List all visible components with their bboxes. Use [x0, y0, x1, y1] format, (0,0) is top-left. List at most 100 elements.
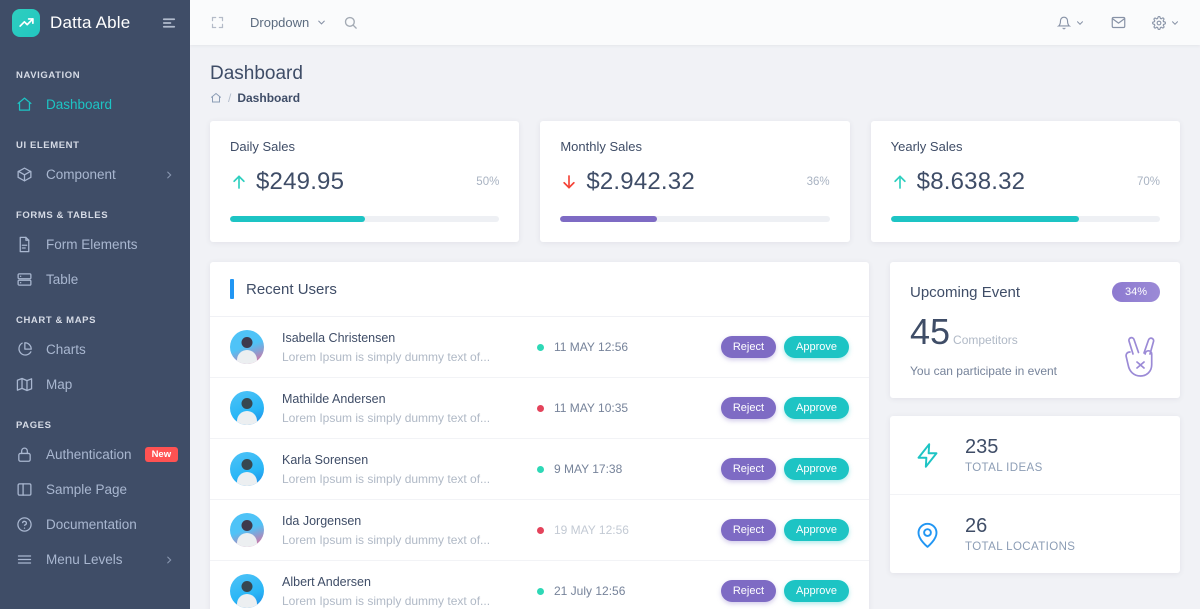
user-description: Lorem Ipsum is simply dummy text of...: [282, 594, 537, 608]
arrow-up-icon: [891, 172, 909, 192]
user-description: Lorem Ipsum is simply dummy text of...: [282, 350, 537, 364]
sidebar-item-label: Dashboard: [46, 97, 174, 112]
box-icon: [16, 166, 33, 183]
table-row: Mathilde Andersen Lorem Ipsum is simply …: [210, 378, 869, 439]
sidebar-item-label: Map: [46, 377, 174, 392]
sidebar-item-map[interactable]: Map: [0, 367, 190, 402]
stat-card-0: Daily Sales $249.95 50%: [210, 121, 519, 242]
menu-align-icon[interactable]: [160, 14, 178, 32]
notifications-button[interactable]: [1057, 16, 1085, 30]
user-name: Isabella Christensen: [282, 331, 537, 345]
app-logo[interactable]: [12, 9, 40, 37]
reject-button[interactable]: Reject: [721, 458, 776, 480]
peace-hand-icon: [1120, 332, 1160, 380]
sidebar-item-label: Menu Levels: [46, 552, 151, 567]
search-icon[interactable]: [343, 15, 359, 31]
status-dot: [537, 344, 544, 351]
stat-value: $8.638.32: [917, 168, 1026, 196]
stat-value: $2.942.32: [586, 168, 695, 196]
row-actions: Reject Approve: [721, 397, 849, 419]
sidebar-item-authentication[interactable]: Authentication New: [0, 437, 190, 472]
user-description: Lorem Ipsum is simply dummy text of...: [282, 533, 537, 547]
mini-stat-number: 235: [965, 436, 1043, 459]
user-info: Mathilde Andersen Lorem Ipsum is simply …: [282, 392, 537, 425]
zap-icon: [914, 442, 941, 469]
sidebar-caption: FORMS & TABLES: [0, 210, 190, 221]
upcoming-event-header: Upcoming Event 34%: [910, 282, 1160, 302]
recent-users-column: Recent Users Isabella Christensen Lorem …: [210, 262, 869, 609]
user-timestamp: 9 MAY 17:38: [554, 462, 622, 476]
sidebar-item-charts[interactable]: Charts: [0, 332, 190, 367]
mini-stat-text: 235 TOTAL IDEAS: [965, 436, 1043, 474]
reject-button[interactable]: Reject: [721, 336, 776, 358]
stat-card-2: Yearly Sales $8.638.32 70%: [871, 121, 1180, 242]
maximize-icon[interactable]: [210, 15, 226, 31]
status-dot: [537, 588, 544, 595]
menu-icon: [16, 551, 33, 568]
table-row: Ida Jorgensen Lorem Ipsum is simply dumm…: [210, 500, 869, 561]
approve-button[interactable]: Approve: [784, 580, 849, 602]
row-actions: Reject Approve: [721, 336, 849, 358]
mail-icon: [1111, 15, 1126, 30]
reject-button[interactable]: Reject: [721, 580, 776, 602]
approve-button[interactable]: Approve: [784, 397, 849, 419]
stat-value: $249.95: [256, 168, 344, 196]
avatar: [230, 391, 264, 425]
help-circle-icon: [16, 516, 33, 533]
sidebar-item-sample-page[interactable]: Sample Page: [0, 472, 190, 507]
approve-button[interactable]: Approve: [784, 336, 849, 358]
user-name: Ida Jorgensen: [282, 514, 537, 528]
page-title: Dashboard: [210, 63, 1180, 85]
approve-button[interactable]: Approve: [784, 519, 849, 541]
progress-fill: [230, 216, 365, 222]
sidebar-item-menu-levels[interactable]: Menu Levels: [0, 542, 190, 577]
home-icon[interactable]: [210, 92, 222, 104]
avatar: [230, 330, 264, 364]
sidebar-item-label: Form Elements: [46, 237, 174, 252]
sidebar-item-table[interactable]: Table: [0, 262, 190, 297]
breadcrumb: / Dashboard: [210, 91, 1180, 105]
mini-stat-text: 26 TOTAL LOCATIONS: [965, 515, 1075, 553]
recent-users-list: Isabella Christensen Lorem Ipsum is simp…: [210, 317, 869, 609]
bell-icon: [1057, 16, 1071, 30]
settings-button[interactable]: [1152, 16, 1180, 30]
messages-button[interactable]: [1111, 15, 1126, 30]
sidebar-caption: CHART & MAPS: [0, 315, 190, 326]
breadcrumb-separator: /: [228, 91, 231, 105]
settings-icon: [1152, 16, 1166, 30]
upcoming-event-title: Upcoming Event: [910, 284, 1020, 301]
arrow-up-icon: [230, 172, 248, 192]
breadcrumb-current[interactable]: Dashboard: [237, 91, 300, 105]
sidebar-nav: NAVIGATION Dashboard UI ELEMENT Componen…: [0, 70, 190, 577]
sidebar-item-dashboard[interactable]: Dashboard: [0, 87, 190, 122]
status-dot: [537, 466, 544, 473]
user-info: Karla Sorensen Lorem Ipsum is simply dum…: [282, 453, 537, 486]
competitor-label: Competitors: [953, 333, 1018, 347]
mini-stats-card: 235 TOTAL IDEAS 26 TOTAL LOCATIONS: [890, 416, 1180, 573]
reject-button[interactable]: Reject: [721, 397, 776, 419]
accent-bar: [230, 279, 234, 299]
mini-stat-label: TOTAL IDEAS: [965, 462, 1043, 474]
server-icon: [16, 271, 33, 288]
progress-fill: [560, 216, 657, 222]
sidebar-item-documentation[interactable]: Documentation: [0, 507, 190, 542]
stat-value-row: $249.95 50%: [230, 168, 499, 196]
user-timestamp-group: 21 July 12:56: [537, 584, 687, 598]
sidebar-item-component[interactable]: Component: [0, 157, 190, 192]
user-timestamp: 11 MAY 12:56: [554, 340, 628, 354]
progress-track: [230, 216, 499, 222]
reject-button[interactable]: Reject: [721, 519, 776, 541]
dropdown-menu[interactable]: Dropdown: [250, 15, 327, 30]
arrow-down-icon: [560, 172, 578, 192]
stat-cards-row: Daily Sales $249.95 50% Monthly Sales $2…: [210, 121, 1180, 242]
user-description: Lorem Ipsum is simply dummy text of...: [282, 472, 537, 486]
sidebar-item-form-elements[interactable]: Form Elements: [0, 227, 190, 262]
user-name: Mathilde Andersen: [282, 392, 537, 406]
sidebar: Datta Able NAVIGATION Dashboard UI ELEME…: [0, 0, 190, 609]
map-icon: [16, 376, 33, 393]
upcoming-event-card: Upcoming Event 34% 45 Competitors You ca…: [890, 262, 1180, 398]
stat-value-row: $8.638.32 70%: [891, 168, 1160, 196]
right-column: Upcoming Event 34% 45 Competitors You ca…: [890, 262, 1180, 609]
approve-button[interactable]: Approve: [784, 458, 849, 480]
stat-title: Yearly Sales: [891, 139, 1160, 154]
